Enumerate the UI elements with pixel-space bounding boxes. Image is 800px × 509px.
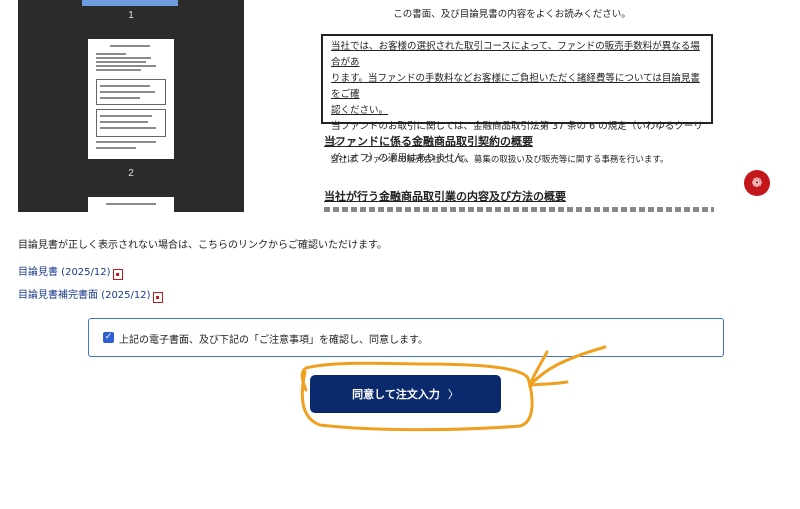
thumbnail-page-2[interactable] <box>88 39 174 159</box>
supplementary-link-label: 目論見書補完書面 (2025/12) <box>18 290 151 301</box>
agree-and-order-button[interactable]: 同意して注文入力〉 <box>310 375 501 413</box>
pdf-icon: ▪ <box>112 269 123 280</box>
thumbnail-page-number: 1 <box>128 10 134 21</box>
thumbnail-page-1-selected[interactable] <box>82 0 178 6</box>
fallback-info-text: 目論見書が正しく表示されない場合は、こちらのリンクからご確認いただけます。 <box>18 240 387 251</box>
thumbnail-sidebar[interactable]: 1 2 <box>18 0 244 212</box>
thumbnail-page-number: 2 <box>128 168 134 179</box>
chevron-right-icon: 〉 <box>447 388 459 401</box>
document-page: この書面、及び目論見書の内容をよくお読みください。 当社では、お客様の選択された… <box>258 0 766 212</box>
document-notice-box: 当社では、お客様の選択された取引コースによって、ファンドの販売手数料が異なる場合… <box>321 34 713 164</box>
prospectus-link[interactable]: 目論見書 (2025/12) ▪ <box>18 263 123 280</box>
document-paragraph: 当社は、ファンドの販売会社として、募集の取扱い及び販売等に関する事務を行います。 <box>330 155 669 165</box>
thumbnail-page-3[interactable] <box>88 197 174 212</box>
prospectus-link-label: 目論見書 (2025/12) <box>18 267 111 278</box>
agree-and-order-button-label: 同意して注文入力 <box>352 388 440 401</box>
agreement-label[interactable]: 上記の電子書面、及び下記の「ご注意事項」を確認し、同意します。 <box>119 331 428 346</box>
notice-line: 認ください。 <box>331 105 389 116</box>
notice-line: ります。当ファンドの手数料などお客様にご負担いただく諸経費等については目論見書を… <box>331 73 700 100</box>
notice-line: 当社では、お客様の選択された取引コースによって、ファンドの販売手数料が異なる場合… <box>331 41 700 68</box>
pdf-icon: ▪ <box>152 292 163 303</box>
agreement-checkbox[interactable]: ✓ <box>103 332 114 343</box>
pdf-viewer[interactable]: 1 2 この書面、及び目論見書の内容をよくお読みください。 当社では、お客様の選… <box>0 0 800 212</box>
document-intro: この書面、及び目論見書の内容をよくお読みください。 <box>393 9 631 20</box>
document-heading: 当ファンドに係る金融商品取引契約の概要 <box>324 135 533 148</box>
cut-off-text-line <box>324 207 714 212</box>
document-heading: 当社が行う金融商品取引業の内容及び方法の概要 <box>324 190 566 203</box>
adobe-pdf-icon[interactable]: ❁ <box>744 170 770 196</box>
agreement-box: ✓ 上記の電子書面、及び下記の「ご注意事項」を確認し、同意します。 <box>88 318 724 357</box>
supplementary-document-link[interactable]: 目論見書補完書面 (2025/12) ▪ <box>18 286 163 303</box>
